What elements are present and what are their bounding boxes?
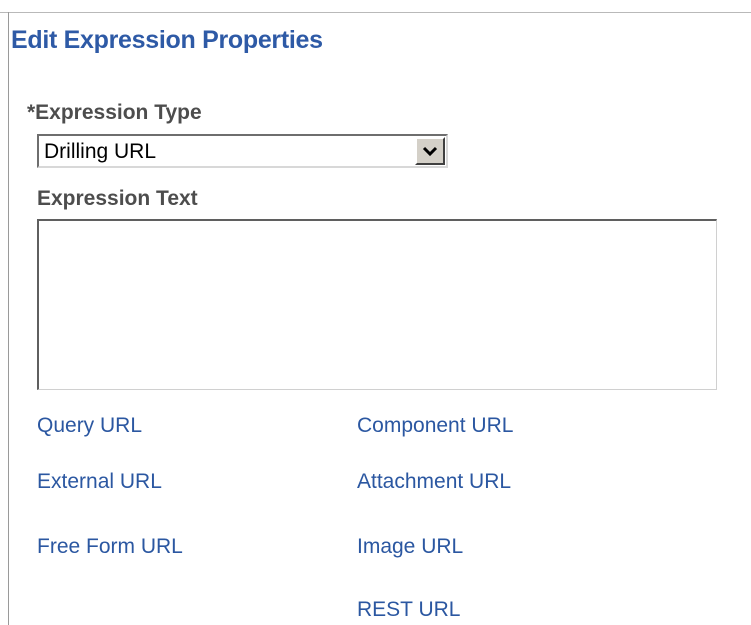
image-url-link[interactable]: Image URL (357, 535, 463, 559)
query-url-link[interactable]: Query URL (37, 414, 142, 438)
component-url-link[interactable]: Component URL (357, 414, 513, 438)
expression-text-input[interactable] (37, 219, 717, 390)
external-url-link[interactable]: External URL (37, 470, 162, 494)
frame-left-border (8, 12, 9, 625)
page-title: Edit Expression Properties (11, 26, 323, 54)
expression-type-selected-value: Drilling URL (44, 140, 157, 163)
dropdown-button[interactable] (415, 137, 445, 165)
chevron-down-icon (422, 146, 438, 157)
expression-type-label: *Expression Type (27, 101, 202, 124)
free-form-url-link[interactable]: Free Form URL (37, 535, 183, 559)
frame-top-border (0, 12, 751, 13)
expression-type-select[interactable]: Drilling URL (37, 134, 448, 168)
attachment-url-link[interactable]: Attachment URL (357, 470, 511, 494)
expression-text-label: Expression Text (37, 187, 198, 210)
rest-url-link[interactable]: REST URL (357, 598, 460, 622)
